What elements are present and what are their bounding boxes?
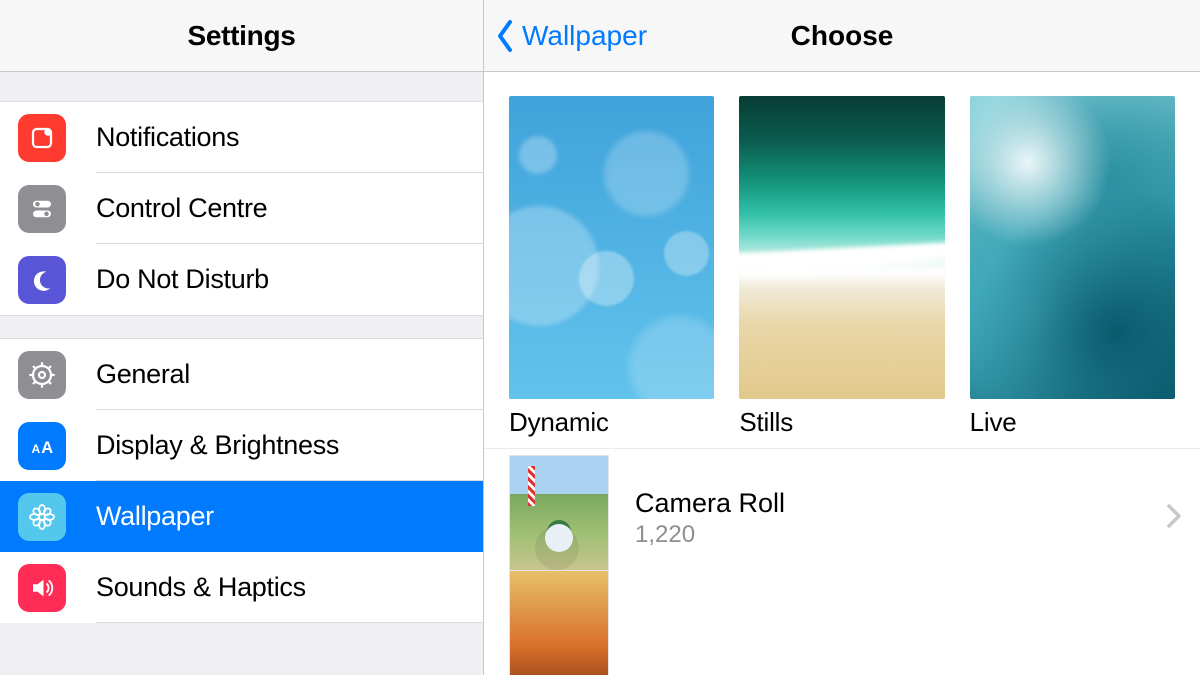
back-label: Wallpaper <box>522 20 647 52</box>
category-label: Dynamic <box>509 407 714 438</box>
album-count: 1,220 <box>635 521 1166 549</box>
wallpaper-categories: Dynamic Stills Live <box>484 72 1200 448</box>
dynamic-thumb <box>509 96 714 399</box>
sidebar-item-do-not-disturb[interactable]: Do Not Disturb <box>0 244 483 315</box>
sidebar-title: Settings <box>187 20 295 52</box>
speaker-icon <box>18 564 66 612</box>
album-thumb <box>509 455 609 583</box>
control-centre-icon <box>18 185 66 233</box>
album-info: Camera Roll 1,220 <box>635 488 1166 549</box>
svg-text:A: A <box>41 438 53 456</box>
sidebar-item-display-brightness[interactable]: AA Display & Brightness <box>0 410 483 481</box>
sidebar-item-label: Do Not Disturb <box>96 264 269 295</box>
group-gap <box>0 72 483 102</box>
text-size-icon: AA <box>18 422 66 470</box>
live-thumb <box>970 96 1175 399</box>
group-gap <box>0 315 483 339</box>
sidebar-item-sounds-haptics[interactable]: Sounds & Haptics <box>0 552 483 623</box>
sidebar-item-general[interactable]: General <box>0 339 483 410</box>
stills-thumb <box>739 96 944 399</box>
detail-pane: Wallpaper Choose Dynamic Stills Live <box>484 0 1200 675</box>
album-camera-roll[interactable]: Camera Roll 1,220 <box>484 448 1200 588</box>
category-label: Live <box>970 407 1175 438</box>
sidebar-item-label: Notifications <box>96 122 239 153</box>
chevron-left-icon <box>494 19 516 53</box>
sidebar-item-label: Display & Brightness <box>96 430 339 461</box>
album-thumb-next <box>509 570 609 675</box>
detail-body: Dynamic Stills Live Camera Roll 1,220 <box>484 72 1200 675</box>
back-button[interactable]: Wallpaper <box>484 19 647 53</box>
category-live[interactable]: Live <box>970 96 1175 438</box>
sidebar-item-label: Wallpaper <box>96 501 214 532</box>
sidebar-header: Settings <box>0 0 483 72</box>
album-title: Camera Roll <box>635 488 1166 519</box>
sidebar-item-wallpaper[interactable]: Wallpaper <box>0 481 483 552</box>
sidebar-item-label: Sounds & Haptics <box>96 572 306 603</box>
sidebar-item-notifications[interactable]: Notifications <box>0 102 483 173</box>
settings-sidebar: Settings Notifications Control Centre Do… <box>0 0 484 675</box>
detail-header: Wallpaper Choose <box>484 0 1200 72</box>
category-dynamic[interactable]: Dynamic <box>509 96 714 438</box>
category-stills[interactable]: Stills <box>739 96 944 438</box>
sidebar-item-control-centre[interactable]: Control Centre <box>0 173 483 244</box>
chevron-right-icon <box>1166 503 1182 534</box>
flower-icon <box>18 493 66 541</box>
sidebar-item-label: Control Centre <box>96 193 267 224</box>
gear-icon <box>18 351 66 399</box>
moon-icon <box>18 256 66 304</box>
svg-text:A: A <box>32 441 41 455</box>
sidebar-item-label: General <box>96 359 190 390</box>
notifications-icon <box>18 114 66 162</box>
category-label: Stills <box>739 407 944 438</box>
